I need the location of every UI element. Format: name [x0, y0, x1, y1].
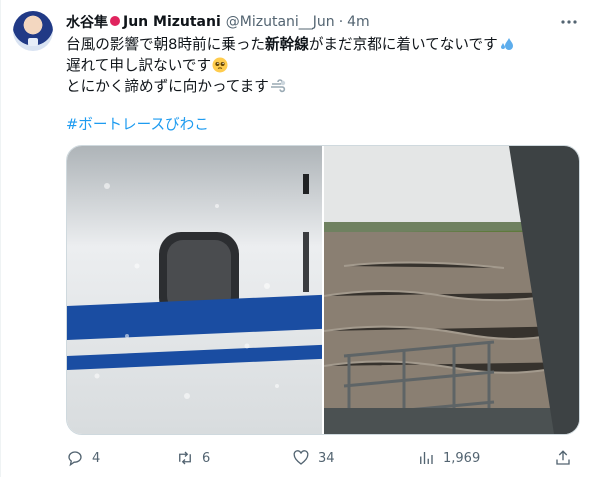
avatar[interactable]: [13, 11, 53, 51]
like-button[interactable]: 34: [292, 447, 335, 469]
media-grid: [66, 145, 580, 435]
share-button[interactable]: [554, 447, 580, 469]
views-count: 1,969: [443, 450, 481, 466]
tweet-text: 台風の影響で朝8時前に乗った新幹線がまだ京都に着いてないです 遅れて申し訳ないで…: [66, 34, 566, 97]
share-icon: [556, 450, 570, 465]
tweet-header: 水谷隼 Jun Mizutani @Mizutani__Jun · 4m: [66, 12, 370, 32]
tweet-actions: 4 6 34 1,969: [66, 447, 578, 469]
reply-button[interactable]: 4: [66, 447, 100, 469]
text-line1-bold: 新幹線: [265, 36, 309, 53]
retweet-button[interactable]: 6: [176, 447, 210, 469]
more-icon[interactable]: [559, 12, 579, 32]
author-handle[interactable]: @Mizutani__Jun: [226, 14, 335, 30]
author-name-jp[interactable]: 水谷隼: [66, 12, 108, 32]
pushpin-icon: [110, 16, 120, 26]
heart-icon: [293, 450, 309, 465]
text-line1-a: 台風の影響で朝8時前に乗った: [66, 36, 266, 53]
hashtag-link[interactable]: #ボートレースびわこ: [66, 113, 209, 134]
reply-icon: [68, 451, 82, 467]
pleading-face-icon: [212, 57, 228, 73]
text-line3: とにかく諦めずに向かってます: [66, 78, 269, 95]
reply-count: 4: [92, 450, 101, 466]
views-icon: [420, 452, 433, 464]
retweet-icon: [179, 451, 191, 465]
tweet-time[interactable]: 4m: [347, 14, 370, 30]
retweet-count: 6: [202, 450, 211, 466]
author-name-en[interactable]: Jun Mizutani: [123, 14, 221, 30]
dashing-away-icon: [270, 79, 286, 93]
timeline-border: [0, 0, 1, 477]
separator-dot: ·: [338, 14, 344, 30]
views-button[interactable]: 1,969: [417, 447, 480, 469]
photo-flooded-river[interactable]: [324, 146, 579, 434]
photo-train-window[interactable]: [67, 146, 322, 434]
like-count: 34: [318, 450, 335, 466]
sweat-droplets-icon: [500, 38, 513, 50]
text-line2: 遅れて申し訳ないです: [66, 57, 212, 74]
text-line1-b: がまだ京都に着いてないです: [308, 36, 498, 53]
